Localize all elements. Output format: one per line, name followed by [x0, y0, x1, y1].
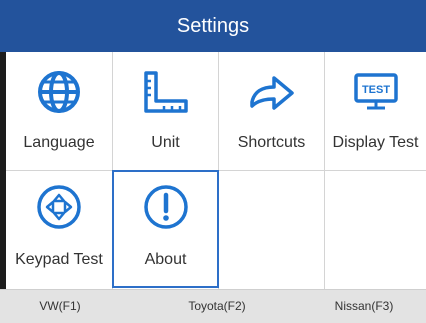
empty-cell: [325, 171, 426, 289]
settings-item-label: Keypad Test: [15, 251, 103, 268]
f3-tab[interactable]: Nissan(F3): [324, 290, 404, 323]
ruler-icon: [140, 66, 192, 118]
settings-item-unit[interactable]: Unit: [113, 52, 218, 170]
selection-highlight: [112, 170, 219, 288]
empty-cell: [219, 171, 324, 289]
f1-tab[interactable]: VW(F1): [30, 290, 90, 323]
settings-item-label: Unit: [151, 134, 180, 151]
settings-item-label: Language: [23, 134, 95, 151]
f2-tab[interactable]: Toyota(F2): [172, 290, 262, 323]
svg-text:TEST: TEST: [361, 84, 389, 96]
settings-item-keypad-test[interactable]: Keypad Test: [6, 171, 112, 289]
title-bar: Settings: [0, 0, 426, 52]
settings-item-label: Display Test: [332, 134, 419, 151]
settings-item-display-test[interactable]: TEST Display Test: [325, 52, 426, 170]
settings-item-label: Shortcuts: [237, 134, 306, 151]
settings-screen: Settings Language Unit Shortcuts TEST Di…: [0, 0, 426, 323]
settings-item-shortcuts[interactable]: Shortcuts: [219, 52, 324, 170]
keypad-icon: [33, 181, 85, 233]
globe-icon: [33, 66, 85, 118]
page-title: Settings: [176, 14, 250, 37]
arrow-right-icon: [246, 66, 298, 118]
display-test-icon: TEST: [350, 66, 402, 118]
settings-item-language[interactable]: Language: [6, 52, 112, 170]
function-key-bar: VW(F1) Toyota(F2) Nissan(F3): [0, 289, 426, 323]
settings-grid: Language Unit Shortcuts TEST Display Tes…: [6, 52, 426, 289]
